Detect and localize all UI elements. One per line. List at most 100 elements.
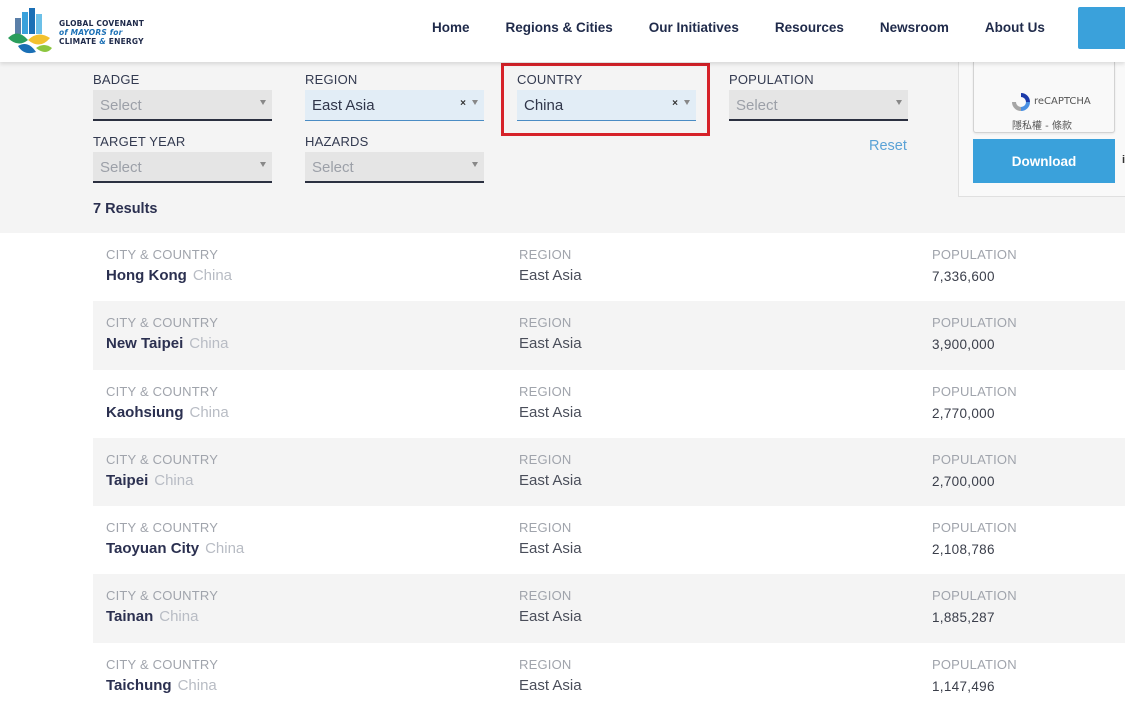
region-header: REGION [519, 656, 572, 672]
country-clear-icon[interactable]: × [672, 98, 678, 109]
city-name[interactable]: Tainan [106, 608, 153, 625]
region-value: East Asia [519, 676, 582, 694]
hazards-select-value: Select [312, 159, 354, 176]
region-filter: REGION East Asia × [305, 72, 484, 121]
city-name[interactable]: Taichung [106, 677, 172, 694]
results-count: 7 Results [93, 201, 158, 217]
region-header: REGION [519, 451, 572, 467]
city-name[interactable]: New Taipei [106, 335, 183, 352]
region-value: East Asia [519, 267, 582, 284]
logo-line-3b: & [99, 36, 106, 46]
region-select-value: East Asia [312, 97, 375, 114]
population-value: 2,700,000 [932, 473, 995, 489]
badge-select[interactable]: Select [93, 90, 272, 121]
region-header: REGION [519, 520, 572, 536]
result-row[interactable]: CITY & COUNTRY Kaohsiung China REGION Eas… [93, 370, 1125, 438]
nav-about-us[interactable]: About Us [985, 20, 1045, 35]
result-row[interactable]: CITY & COUNTRY Hong Kong China REGION Eas… [93, 233, 1125, 301]
country-select-value: China [524, 97, 564, 114]
population-header: POPULATION [932, 451, 1017, 467]
badge-filter: BADGE Select [93, 72, 272, 121]
city-name[interactable]: Kaohsiung [106, 404, 184, 421]
city-name[interactable]: Taoyuan City [106, 540, 199, 557]
covenant-logo-icon [8, 8, 52, 54]
result-row[interactable]: CITY & COUNTRY Taipei China REGION East A… [93, 437, 1125, 507]
header-cta-button[interactable] [1078, 7, 1125, 49]
result-row[interactable]: CITY & COUNTRY Taoyuan City China REGION … [93, 506, 1125, 574]
nav-regions-cities[interactable]: Regions & Cities [506, 20, 613, 35]
hazards-filter: HAZARDS Select [305, 134, 484, 183]
region-header: REGION [519, 588, 572, 604]
chevron-down-icon [260, 100, 266, 105]
population-label: POPULATION [729, 72, 814, 87]
chevron-down-icon [260, 162, 266, 167]
filter-panel: BADGE Select REGION East Asia × COUNTRY … [0, 62, 1125, 233]
download-panel: reCAPTCHA 隱私權 - 條款 Download i [958, 62, 1125, 197]
country-name: China [189, 335, 229, 353]
hazards-select[interactable]: Select [305, 152, 484, 183]
site-logo[interactable]: GLOBAL COVENANT of MAYORS for CLIMATE & … [6, 8, 166, 56]
region-value: East Asia [519, 471, 582, 489]
city-country-header: CITY & COUNTRY [106, 656, 219, 672]
city-country-header: CITY & COUNTRY [106, 451, 219, 467]
city-country-header: CITY & COUNTRY [106, 247, 219, 262]
target-year-select-value: Select [100, 159, 142, 176]
nav-newsroom[interactable]: Newsroom [880, 20, 949, 35]
country-name: China [159, 608, 199, 626]
country-select[interactable]: China × [517, 90, 696, 121]
region-value: East Asia [519, 540, 582, 558]
logo-line-2a: of MAYORS [59, 27, 107, 37]
population-select-value: Select [736, 97, 778, 114]
city-country-header: CITY & COUNTRY [106, 315, 219, 331]
nav-our-initiatives[interactable]: Our Initiatives [649, 20, 739, 35]
hazards-label: HAZARDS [305, 134, 369, 149]
chevron-down-icon [472, 100, 478, 105]
city-name[interactable]: Taipei [106, 472, 148, 489]
country-name: China [177, 676, 217, 694]
region-header: REGION [519, 315, 572, 331]
download-button[interactable]: Download [973, 139, 1115, 183]
region-value: East Asia [519, 608, 582, 626]
chevron-down-icon [896, 100, 902, 105]
city-name[interactable]: Hong Kong [106, 267, 187, 284]
city-country-header: CITY & COUNTRY [106, 588, 219, 604]
region-value: East Asia [519, 403, 582, 421]
logo-line-3a: CLIMATE [59, 36, 97, 46]
country-name: China [154, 471, 194, 489]
country-name: China [205, 540, 245, 558]
result-row[interactable]: CITY & COUNTRY Tainan China REGION East A… [93, 574, 1125, 643]
nav-resources[interactable]: Resources [775, 20, 844, 35]
population-value: 1,885,287 [932, 610, 995, 626]
result-row[interactable]: CITY & COUNTRY Taichung China REGION East… [93, 643, 1125, 707]
recaptcha-label: reCAPTCHA [1034, 96, 1091, 107]
population-header: POPULATION [932, 383, 1017, 399]
logo-line-1: GLOBAL COVENANT [59, 18, 145, 28]
recaptcha-icon [1012, 93, 1030, 111]
population-value: 2,108,786 [932, 542, 995, 558]
nav-home[interactable]: Home [432, 20, 470, 35]
recaptcha-links[interactable]: 隱私權 - 條款 [1012, 117, 1072, 132]
chevron-down-icon [684, 100, 690, 105]
badge-label: BADGE [93, 72, 140, 87]
country-name: China [189, 403, 229, 421]
region-label: REGION [305, 72, 358, 87]
region-value: East Asia [519, 335, 582, 353]
country-filter: COUNTRY China × [517, 72, 696, 121]
population-select[interactable]: Select [729, 90, 908, 121]
region-select[interactable]: East Asia × [305, 90, 484, 121]
region-clear-icon[interactable]: × [460, 98, 466, 109]
recaptcha-widget[interactable]: reCAPTCHA 隱私權 - 條款 [973, 62, 1115, 133]
population-header: POPULATION [932, 520, 1017, 536]
target-year-select[interactable]: Select [93, 152, 272, 183]
chevron-down-icon [472, 162, 478, 167]
region-header: REGION [519, 247, 572, 262]
reset-link[interactable]: Reset [869, 138, 907, 154]
city-country-header: CITY & COUNTRY [106, 520, 219, 536]
logo-line-2b: for [109, 27, 123, 37]
site-header: GLOBAL COVENANT of MAYORS for CLIMATE & … [0, 0, 1125, 62]
main-nav: Home Regions & Cities Our Initiatives Re… [414, 0, 1063, 55]
country-name: China [192, 267, 233, 284]
target-year-label: TARGET YEAR [93, 134, 186, 149]
badge-select-value: Select [100, 97, 142, 114]
result-row[interactable]: CITY & COUNTRY New Taipei China REGION Ea… [93, 301, 1125, 370]
